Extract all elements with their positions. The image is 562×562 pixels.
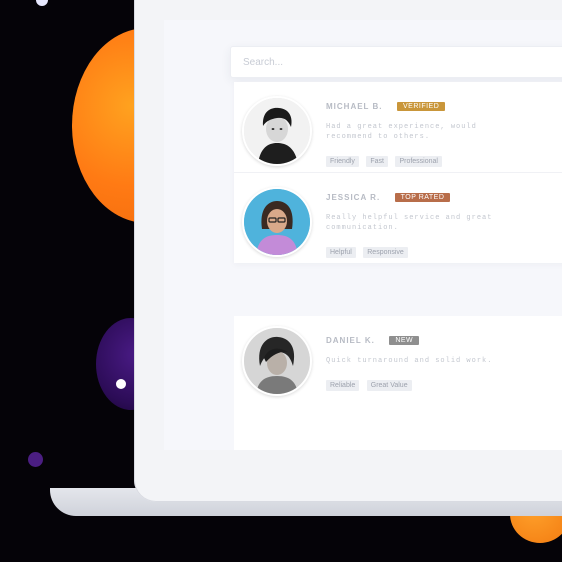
review-chip[interactable]: Professional bbox=[395, 156, 442, 167]
review-chip[interactable]: Responsive bbox=[363, 247, 408, 258]
reviewer-name: DANIEL K. bbox=[326, 336, 375, 346]
reviewer-badge: NEW bbox=[389, 336, 420, 346]
review-meta: DANIEL K. NEW Quick turnaround and solid… bbox=[326, 332, 562, 392]
review-chip[interactable]: Fast bbox=[366, 156, 388, 167]
decorative-dot bbox=[36, 0, 48, 6]
review-chips: Helpful Responsive bbox=[326, 241, 562, 259]
review-card[interactable]: MICHAEL B. VERIFIED Had a great experien… bbox=[234, 82, 562, 172]
reviewer-name: MICHAEL B. bbox=[326, 102, 383, 112]
reviewer-badge: TOP RATED bbox=[394, 193, 451, 203]
person-avatar-icon-graphic bbox=[244, 328, 310, 394]
reviewer-name: JESSICA R. bbox=[326, 193, 381, 203]
woman-avatar-icon bbox=[242, 187, 312, 257]
reviewer-badge: VERIFIED bbox=[396, 102, 446, 112]
decorative-purple-dot bbox=[28, 452, 43, 467]
person-avatar-icon bbox=[242, 326, 312, 396]
search-input[interactable] bbox=[243, 55, 562, 69]
review-chips: Friendly Fast Professional bbox=[326, 150, 562, 168]
review-text: Really helpful service and great communi… bbox=[326, 214, 493, 232]
man-avatar-icon bbox=[242, 96, 312, 166]
review-chip[interactable]: Friendly bbox=[326, 156, 359, 167]
man-avatar-icon-graphic bbox=[244, 98, 310, 164]
decorative-white-dot bbox=[116, 379, 126, 389]
review-meta: MICHAEL B. VERIFIED Had a great experien… bbox=[326, 98, 562, 168]
review-card[interactable]: DANIEL K. NEW Quick turnaround and solid… bbox=[234, 316, 562, 450]
review-text: Quick turnaround and solid work. bbox=[326, 357, 493, 365]
review-meta: JESSICA R. TOP RATED Really helpful serv… bbox=[326, 189, 562, 259]
review-list: MICHAEL B. VERIFIED Had a great experien… bbox=[234, 82, 562, 263]
review-chip[interactable]: Reliable bbox=[326, 380, 360, 391]
review-chip[interactable]: Helpful bbox=[326, 247, 356, 258]
review-text: Had a great experience, would recommend … bbox=[326, 123, 477, 141]
review-card[interactable]: JESSICA R. TOP RATED Really helpful serv… bbox=[234, 172, 562, 263]
app-screen: MICHAEL B. VERIFIED Had a great experien… bbox=[164, 20, 562, 450]
review-chip[interactable]: Great Value bbox=[366, 380, 412, 391]
search-bar[interactable] bbox=[230, 46, 562, 78]
woman-avatar-icon-graphic bbox=[244, 189, 310, 255]
scene: MICHAEL B. VERIFIED Had a great experien… bbox=[0, 0, 562, 562]
review-chips: Reliable Great Value bbox=[326, 374, 562, 392]
